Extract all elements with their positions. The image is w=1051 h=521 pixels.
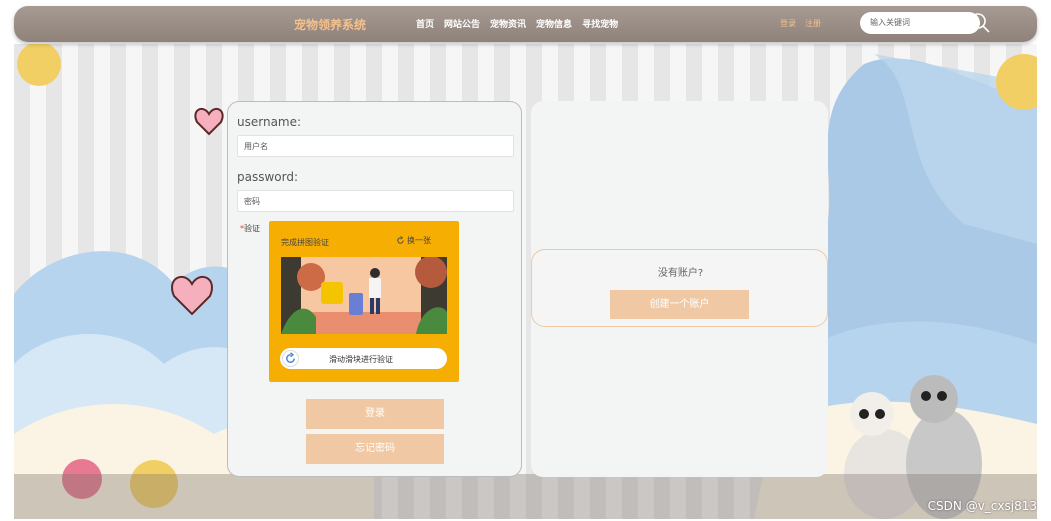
top-navigation-bar: 宠物领养系统 首页 网站公告 宠物资讯 宠物信息 寻找宠物 登录 注册 输入关键… xyxy=(14,6,1037,42)
puzzle-illustration xyxy=(281,257,447,334)
slider-instructions: 滑动滑块进行验证 xyxy=(329,355,393,364)
signup-card: 没有账户? 创建一个账户 xyxy=(531,101,828,477)
password-field[interactable]: 密码 xyxy=(237,190,514,212)
page-frame: 宠物领养系统 首页 网站公告 宠物资讯 宠物信息 寻找宠物 登录 注册 输入关键… xyxy=(0,0,1051,521)
captcha-label: *验证 xyxy=(240,223,260,234)
nav-item-pet-info[interactable]: 宠物信息 xyxy=(536,17,572,30)
background-illustration xyxy=(14,44,1037,519)
login-form-card: username: 用户名 password: 密码 *验证 完成拼图验证 换一… xyxy=(227,101,522,477)
refresh-icon xyxy=(397,236,404,244)
login-link[interactable]: 登录 xyxy=(780,18,796,29)
login-button[interactable]: 登录 xyxy=(306,399,444,429)
nav-item-pet-news[interactable]: 宠物资讯 xyxy=(490,17,526,30)
captcha-title: 完成拼图验证 xyxy=(281,238,329,247)
watermark: CSDN @v_cxsj813 xyxy=(927,499,1037,513)
no-account-prompt: 没有账户? xyxy=(657,268,704,279)
register-link[interactable]: 注册 xyxy=(805,18,821,29)
nav-item-find-pet[interactable]: 寻找宠物 xyxy=(582,17,618,30)
main-nav: 首页 网站公告 宠物资讯 宠物信息 寻找宠物 xyxy=(416,17,628,30)
site-brand[interactable]: 宠物领养系统 xyxy=(294,16,366,33)
forgot-password-button[interactable]: 忘记密码 xyxy=(306,434,444,464)
captcha-label-text: 验证 xyxy=(244,224,260,233)
search-input[interactable]: 输入关键词 xyxy=(860,12,980,34)
nav-item-home[interactable]: 首页 xyxy=(416,17,434,30)
nav-item-announcements[interactable]: 网站公告 xyxy=(444,17,480,30)
slider-handle[interactable] xyxy=(282,350,299,367)
captcha-puzzle-image xyxy=(281,257,447,334)
captcha-refresh-label: 换一张 xyxy=(407,236,431,245)
background-scene xyxy=(14,44,1037,519)
captcha-refresh-button[interactable]: 换一张 xyxy=(396,235,431,246)
password-placeholder: 密码 xyxy=(244,197,260,206)
captcha-slider[interactable]: 滑动滑块进行验证 xyxy=(280,348,447,369)
puzzle-captcha: 完成拼图验证 换一张 滑动滑块进行验证 xyxy=(269,221,459,382)
search-icon[interactable] xyxy=(968,11,992,35)
slider-refresh-icon xyxy=(286,352,295,363)
username-label: username: xyxy=(237,115,302,129)
create-account-button[interactable]: 创建一个账户 xyxy=(610,290,749,319)
password-label: password: xyxy=(237,170,299,184)
username-field[interactable]: 用户名 xyxy=(237,135,514,157)
search-placeholder: 输入关键词 xyxy=(870,18,910,27)
username-placeholder: 用户名 xyxy=(244,142,268,151)
signup-box: 没有账户? 创建一个账户 xyxy=(531,249,828,327)
auth-links: 登录 注册 xyxy=(780,18,830,29)
